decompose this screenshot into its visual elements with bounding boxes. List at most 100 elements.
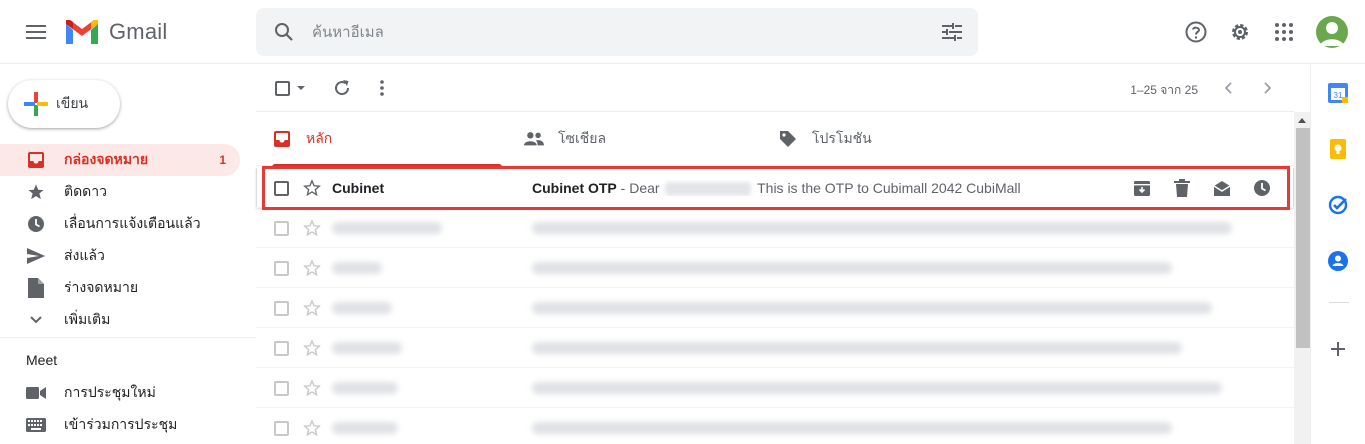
redacted-subject — [532, 342, 1182, 354]
compose-button[interactable]: เขียน — [8, 80, 120, 128]
get-addons-button[interactable] — [1327, 338, 1349, 360]
side-panel: 31 — [1310, 64, 1365, 444]
star-toggle[interactable] — [302, 258, 322, 278]
support-button[interactable] — [1176, 12, 1216, 52]
nav-label: ส่งแล้ว — [64, 247, 105, 263]
tab-promotions[interactable]: โปรโมชัน — [778, 112, 872, 166]
email-row[interactable] — [256, 288, 1294, 328]
select-all-checkbox[interactable] — [270, 72, 310, 104]
category-tabs: หลัก โซเชียล โปรโมชัน — [256, 112, 1294, 167]
star-outline-icon — [303, 379, 321, 397]
star-toggle[interactable] — [302, 338, 322, 358]
top-header: Gmail — [0, 0, 1365, 64]
gmail-app: Gmail ค้นหาอีเมล เขียน กล่องจดหมาย 1 ติด… — [0, 0, 1365, 444]
older-page-button[interactable] — [1252, 72, 1284, 104]
scroll-up-button[interactable] — [1294, 112, 1310, 128]
refresh-button[interactable] — [326, 72, 358, 104]
redacted-sender — [332, 382, 398, 394]
scrollbar-thumb[interactable] — [1296, 128, 1310, 348]
refresh-icon — [335, 80, 350, 96]
calendar-app-button[interactable]: 31 — [1327, 82, 1349, 104]
star-outline-icon — [303, 179, 321, 197]
star-outline-icon — [303, 299, 321, 317]
settings-button[interactable] — [1220, 12, 1260, 52]
meet-list: การประชุมใหม่ เข้าร่วมการประชุม — [0, 377, 256, 441]
contacts-app-button[interactable] — [1327, 250, 1349, 272]
pagination-text: 1–25 จาก 25 — [1130, 83, 1198, 97]
email-row[interactable]: Cubinet Cubinet OTP - Dear This is the O… — [256, 168, 1294, 208]
star-toggle[interactable] — [302, 218, 322, 238]
row-hover-actions — [1122, 168, 1282, 208]
meet-join-meeting[interactable]: เข้าร่วมการประชุม — [0, 409, 240, 441]
star-toggle[interactable] — [302, 418, 322, 438]
email-subject-line: Cubinet OTP - Dear This is the OTP to Cu… — [532, 180, 1132, 197]
nav-label: กล่องจดหมาย — [64, 151, 149, 167]
star-toggle[interactable] — [302, 378, 322, 398]
mark-read-button[interactable] — [1202, 168, 1242, 208]
nav-item-drafts[interactable]: ร่างจดหมาย — [0, 272, 240, 304]
tab-label: โซเชียล — [558, 130, 607, 146]
email-row[interactable] — [256, 368, 1294, 408]
redacted-subject — [532, 382, 1222, 394]
contacts-icon — [1328, 251, 1348, 271]
email-subject: Cubinet OTP — [532, 180, 617, 196]
redacted-subject — [532, 422, 1172, 434]
tune-icon — [942, 23, 962, 41]
search-button[interactable] — [268, 16, 300, 48]
row-checkbox[interactable] — [274, 181, 289, 196]
redacted-subject — [532, 262, 1172, 274]
nav-item-snoozed[interactable]: เลื่อนการแจ้งเตือนแล้ว — [0, 208, 240, 240]
row-checkbox[interactable] — [274, 301, 289, 316]
tab-label: หลัก — [306, 130, 333, 146]
email-sender: Cubinet — [332, 180, 385, 196]
nav-label: เข้าร่วมการประชุม — [64, 416, 178, 432]
tab-label: โปรโมชัน — [812, 130, 872, 146]
row-checkbox[interactable] — [274, 421, 289, 436]
nav-label: เพิ่มเติม — [64, 311, 111, 327]
nav-item-more[interactable]: เพิ่มเติม — [0, 304, 240, 336]
redacted-sender — [332, 302, 392, 314]
search-input[interactable] — [312, 20, 912, 44]
list-toolbar: 1–25 จาก 25 — [256, 64, 1294, 112]
nav-item-sent[interactable]: ส่งแล้ว — [0, 240, 240, 272]
snooze-button[interactable] — [1242, 168, 1282, 208]
row-checkbox[interactable] — [274, 221, 289, 236]
search-options-button[interactable] — [936, 16, 968, 48]
tab-primary[interactable]: หลัก — [272, 112, 504, 167]
gmail-logo[interactable]: Gmail — [64, 16, 167, 48]
gear-icon — [1232, 24, 1248, 40]
email-row[interactable] — [256, 408, 1294, 444]
apps-button[interactable] — [1264, 12, 1304, 52]
tasks-app-button[interactable] — [1327, 194, 1349, 216]
people-icon — [524, 132, 544, 146]
email-row[interactable] — [256, 328, 1294, 368]
star-toggle[interactable] — [302, 298, 322, 318]
nav-item-inbox[interactable]: กล่องจดหมาย 1 — [0, 144, 240, 176]
tasks-icon — [1328, 195, 1348, 215]
tab-social[interactable]: โซเชียล — [524, 112, 606, 166]
apps-grid-icon — [1275, 23, 1293, 41]
account-avatar[interactable] — [1316, 16, 1348, 48]
more-actions-button[interactable] — [366, 72, 398, 104]
chevron-left-icon — [1224, 82, 1232, 94]
nav-item-starred[interactable]: ติดดาว — [0, 176, 240, 208]
keep-app-button[interactable] — [1327, 138, 1349, 160]
calendar-icon: 31 — [1328, 83, 1348, 103]
delete-button[interactable] — [1162, 168, 1202, 208]
caret-up-icon — [1298, 117, 1306, 123]
newer-page-button[interactable] — [1212, 72, 1244, 104]
row-checkbox[interactable] — [274, 381, 289, 396]
open-envelope-icon — [1213, 181, 1231, 196]
meet-new-meeting[interactable]: การประชุมใหม่ — [0, 377, 240, 409]
main-menu-button[interactable] — [16, 12, 56, 52]
search-bar — [256, 8, 978, 56]
nav-label: การประชุมใหม่ — [64, 384, 156, 400]
email-row[interactable] — [256, 208, 1294, 248]
email-list: Cubinet Cubinet OTP - Dear This is the O… — [256, 168, 1294, 444]
archive-button[interactable] — [1122, 168, 1162, 208]
row-checkbox[interactable] — [274, 341, 289, 356]
divider — [0, 337, 256, 338]
row-checkbox[interactable] — [274, 261, 289, 276]
star-toggle[interactable] — [302, 178, 322, 198]
email-row[interactable] — [256, 248, 1294, 288]
